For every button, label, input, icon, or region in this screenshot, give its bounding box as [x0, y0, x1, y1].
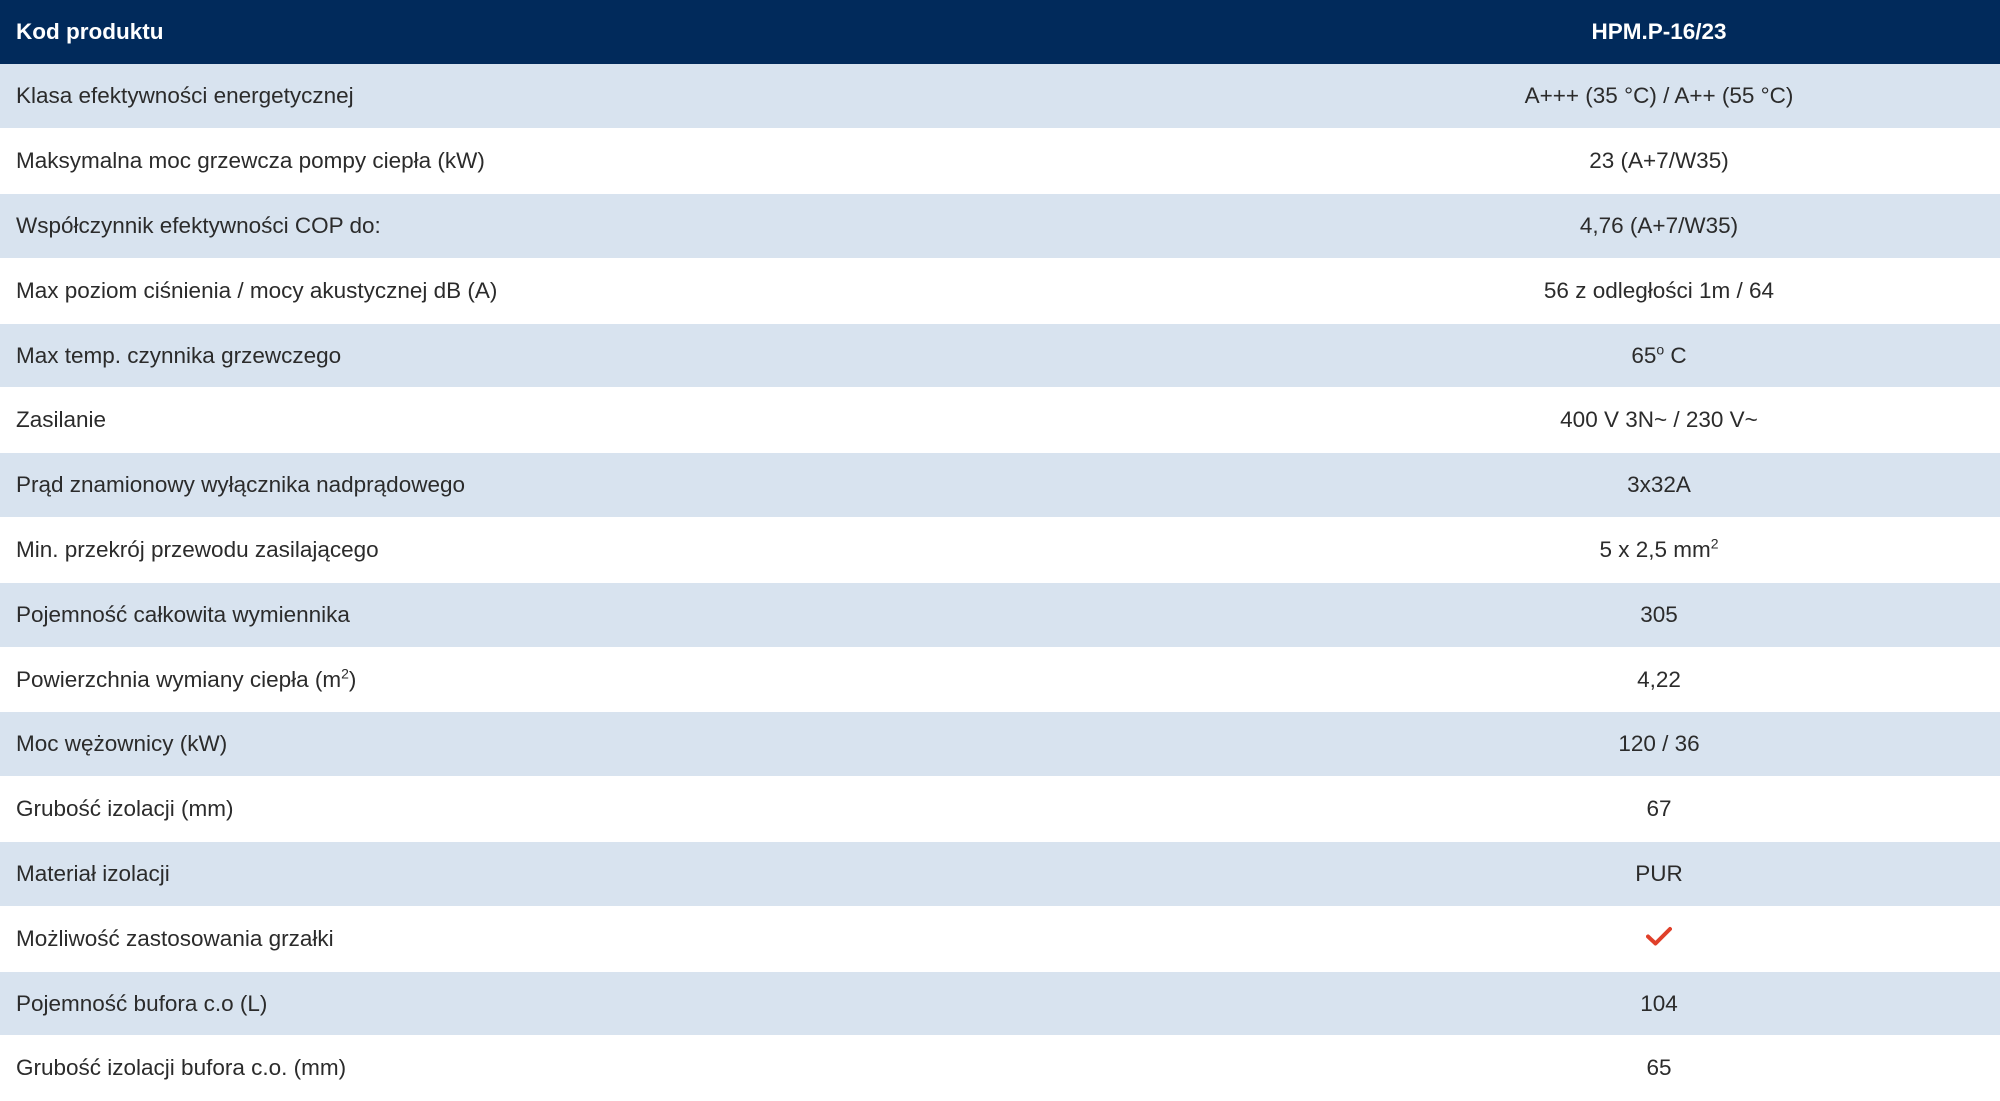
- row-label: Powierzchnia wymiany ciepła (m2): [0, 647, 1318, 713]
- table-row: Materiał izolacji PUR: [0, 841, 2000, 907]
- table-row: Prąd znamionowy wyłącznika nadprądowego …: [0, 452, 2000, 519]
- row-label: Klasa efektywności energetycznej: [0, 64, 1318, 130]
- row-value: 65: [1318, 1035, 2000, 1101]
- row-value: 305: [1318, 582, 2000, 648]
- row-label: Materiał izolacji: [0, 841, 1318, 907]
- header-label: Kod produktu: [0, 0, 1318, 64]
- row-label: Grubość izolacji bufora c.o. (mm): [0, 1035, 1318, 1101]
- spec-table: Kod produktu HPM.P-16/23 Klasa efektywno…: [0, 0, 2000, 1101]
- row-value: 23 (A+7/W35): [1318, 128, 2000, 195]
- table-row: Współczynnik efektywności COP do: 4,76 (…: [0, 193, 2000, 259]
- row-label: Prąd znamionowy wyłącznika nadprądowego: [0, 452, 1318, 519]
- value-main: 65: [1631, 342, 1657, 368]
- row-label: Maksymalna moc grzewcza pompy ciepła (kW…: [0, 128, 1318, 195]
- table-row: Grubość izolacji (mm) 67: [0, 776, 2000, 843]
- row-label: Współczynnik efektywności COP do:: [0, 193, 1318, 259]
- table-row: Możliwość zastosowania grzałki: [0, 906, 2000, 972]
- label-main: Powierzchnia wymiany ciepła (m: [16, 666, 342, 692]
- table-row: Klasa efektywności energetycznej A+++ (3…: [0, 64, 2000, 130]
- row-value: 3x32A: [1318, 452, 2000, 519]
- value-superscript: o: [1656, 341, 1665, 358]
- row-value: 400 V 3N~ / 230 V~: [1318, 387, 2000, 454]
- row-value: 4,22: [1318, 647, 2000, 713]
- row-label: Moc wężownicy (kW): [0, 711, 1318, 778]
- value-main: 5 x 2,5 mm: [1599, 536, 1711, 562]
- table-row: Max poziom ciśnienia / mocy akustycznej …: [0, 258, 2000, 324]
- row-value: 4,76 (A+7/W35): [1318, 193, 2000, 259]
- table-row: Moc wężownicy (kW) 120 / 36: [0, 711, 2000, 778]
- row-label: Pojemność całkowita wymiennika: [0, 582, 1318, 648]
- row-label: Max temp. czynnika grzewczego: [0, 323, 1318, 389]
- row-value: 56 z odległości 1m / 64: [1318, 258, 2000, 324]
- value-superscript: 2: [1710, 535, 1719, 552]
- label-superscript: 2: [341, 665, 349, 682]
- table-row: Maksymalna moc grzewcza pompy ciepła (kW…: [0, 128, 2000, 195]
- table-row: Max temp. czynnika grzewczego 65o C: [0, 323, 2000, 389]
- row-value: 120 / 36: [1318, 711, 2000, 778]
- header-product-code: HPM.P-16/23: [1318, 0, 2000, 64]
- table-header-row: Kod produktu HPM.P-16/23: [0, 0, 2000, 64]
- row-value: 65o C: [1318, 323, 2000, 389]
- row-label: Max poziom ciśnienia / mocy akustycznej …: [0, 258, 1318, 324]
- label-suffix: ): [348, 666, 357, 692]
- row-label: Pojemność bufora c.o (L): [0, 971, 1318, 1037]
- table-row: Grubość izolacji bufora c.o. (mm) 65: [0, 1035, 2000, 1101]
- table-row: Pojemność bufora c.o (L) 104: [0, 971, 2000, 1037]
- row-value: 5 x 2,5 mm2: [1318, 517, 2000, 583]
- checkmark-icon: [1646, 926, 1672, 952]
- table-row: Zasilanie 400 V 3N~ / 230 V~: [0, 387, 2000, 454]
- row-value: [1318, 906, 2000, 972]
- row-value: 67: [1318, 776, 2000, 843]
- table-row: Pojemność całkowita wymiennika 305: [0, 582, 2000, 648]
- row-label: Grubość izolacji (mm): [0, 776, 1318, 843]
- row-value: PUR: [1318, 841, 2000, 907]
- table-row: Powierzchnia wymiany ciepła (m2) 4,22: [0, 647, 2000, 713]
- value-suffix: C: [1664, 342, 1687, 368]
- row-label: Zasilanie: [0, 387, 1318, 454]
- table-row: Min. przekrój przewodu zasilającego 5 x …: [0, 517, 2000, 583]
- row-value: A+++ (35 °C) / A++ (55 °C): [1318, 64, 2000, 130]
- row-label: Możliwość zastosowania grzałki: [0, 906, 1318, 972]
- row-label: Min. przekrój przewodu zasilającego: [0, 517, 1318, 583]
- row-value: 104: [1318, 971, 2000, 1037]
